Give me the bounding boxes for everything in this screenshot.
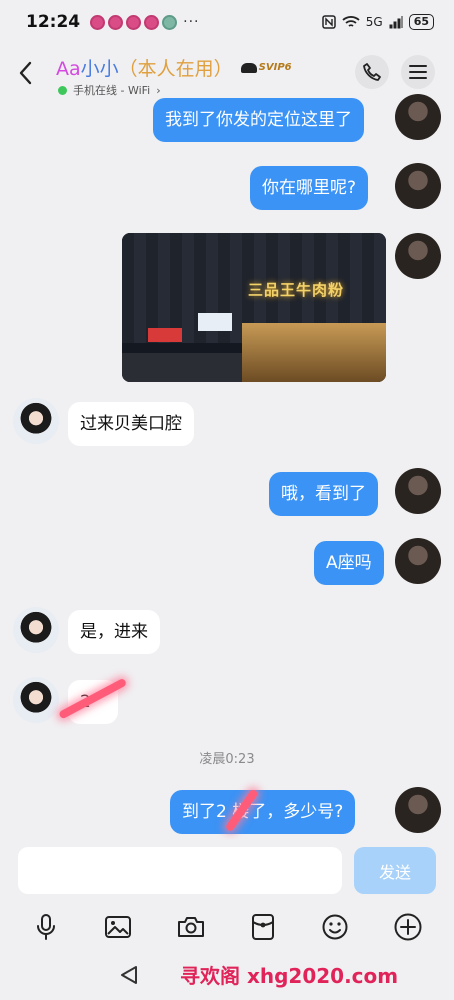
message-bubble-mine[interactable]: 我到了你发的定位这里了 [153, 98, 364, 142]
online-status-text: 手机在线 - WiFi [73, 84, 151, 97]
svip-badge: SVIP6 [240, 62, 292, 73]
chevron-left-icon [19, 61, 32, 85]
microphone-icon [37, 914, 56, 940]
signal-icon [389, 16, 403, 29]
voice-button[interactable] [31, 912, 61, 942]
my-avatar[interactable] [395, 94, 441, 140]
contact-name-main: 小小 [80, 58, 119, 80]
red-packet-button[interactable] [248, 912, 278, 942]
contact-avatar[interactable] [13, 398, 59, 444]
chat-header: Aa小小（本人在用） SVIP6 手机在线 - WiFi › [0, 44, 454, 104]
red-packet-icon [252, 914, 275, 940]
message-image[interactable]: 三品王牛肉粉 [122, 233, 386, 382]
menu-button[interactable] [401, 55, 435, 89]
message-input[interactable] [18, 847, 342, 894]
image-icon [105, 916, 132, 938]
svip-label: SVIP6 [258, 62, 292, 73]
contact-avatar[interactable] [13, 607, 59, 653]
image-storefront [242, 323, 386, 382]
back-button[interactable] [14, 58, 36, 88]
my-avatar[interactable] [395, 163, 441, 209]
emoji-icon [322, 914, 348, 940]
phone-icon [363, 63, 381, 81]
app-notification-icon [90, 14, 106, 30]
network-type-label: 5G [365, 15, 383, 29]
more-notifications-indicator: ··· [183, 14, 200, 30]
emoji-button[interactable] [320, 912, 350, 942]
online-status-arrow: › [156, 83, 161, 97]
app-notification-icon [162, 14, 178, 30]
contact-name-row[interactable]: Aa小小（本人在用） SVIP6 [56, 54, 292, 81]
time-divider: 凌晨0:23 [199, 752, 255, 767]
message-bubble-mine[interactable]: A座吗 [314, 541, 384, 585]
battery-indicator: 65 [408, 14, 434, 30]
message-bubble-mine[interactable]: 哦，看到了 [269, 472, 378, 516]
image-shop-sign: 三品王牛肉粉 [248, 281, 345, 299]
input-area: 发送 [0, 840, 454, 904]
nav-back-button[interactable] [118, 964, 140, 986]
contact-name-suffix: （本人在用） [118, 58, 233, 80]
gallery-button[interactable] [103, 912, 133, 942]
system-nav-bar: 寻欢阁 xhg2020.com [0, 950, 454, 1000]
status-time: 12:24 [26, 12, 81, 32]
camera-icon [177, 917, 204, 937]
triangle-back-icon [121, 966, 137, 984]
app-notification-icon [108, 14, 124, 30]
status-bar: 12:24 ··· 5G 65 [0, 0, 454, 44]
my-avatar[interactable] [395, 538, 441, 584]
camera-button[interactable] [176, 912, 206, 942]
my-avatar[interactable] [395, 468, 441, 514]
plus-icon [394, 913, 422, 941]
message-bubble-other[interactable]: 是，进来 [68, 610, 160, 654]
chat-toolbar [0, 904, 454, 950]
hamburger-menu-icon [409, 65, 427, 79]
nfc-icon [322, 15, 336, 29]
online-dot-icon [58, 85, 67, 95]
status-indicators: 5G 65 [322, 14, 434, 30]
image-sign [198, 313, 232, 331]
send-button[interactable]: 发送 [354, 847, 436, 894]
call-button[interactable] [355, 55, 389, 89]
app-notification-icon [126, 14, 142, 30]
contact-avatar[interactable] [13, 677, 59, 723]
message-bubble-mine[interactable]: 你在哪里呢? [250, 166, 369, 210]
svip-hat-icon [240, 62, 257, 73]
online-status[interactable]: 手机在线 - WiFi › [58, 82, 161, 98]
more-button[interactable] [393, 912, 423, 942]
app-notification-icon [144, 14, 160, 30]
watermark-text: 寻欢阁 xhg2020.com [180, 964, 399, 988]
message-bubble-other[interactable]: 过来贝美口腔 [68, 402, 194, 446]
contact-name-prefix: Aa [56, 58, 81, 80]
my-avatar[interactable] [395, 233, 441, 279]
my-avatar[interactable] [395, 787, 441, 833]
image-sign [148, 328, 182, 342]
message-bubble-mine[interactable]: 到了2 楼了，多少号? [170, 790, 356, 834]
wifi-icon [342, 16, 360, 27]
contact-name: Aa小小（本人在用） [56, 54, 233, 81]
notification-icons [90, 14, 178, 30]
